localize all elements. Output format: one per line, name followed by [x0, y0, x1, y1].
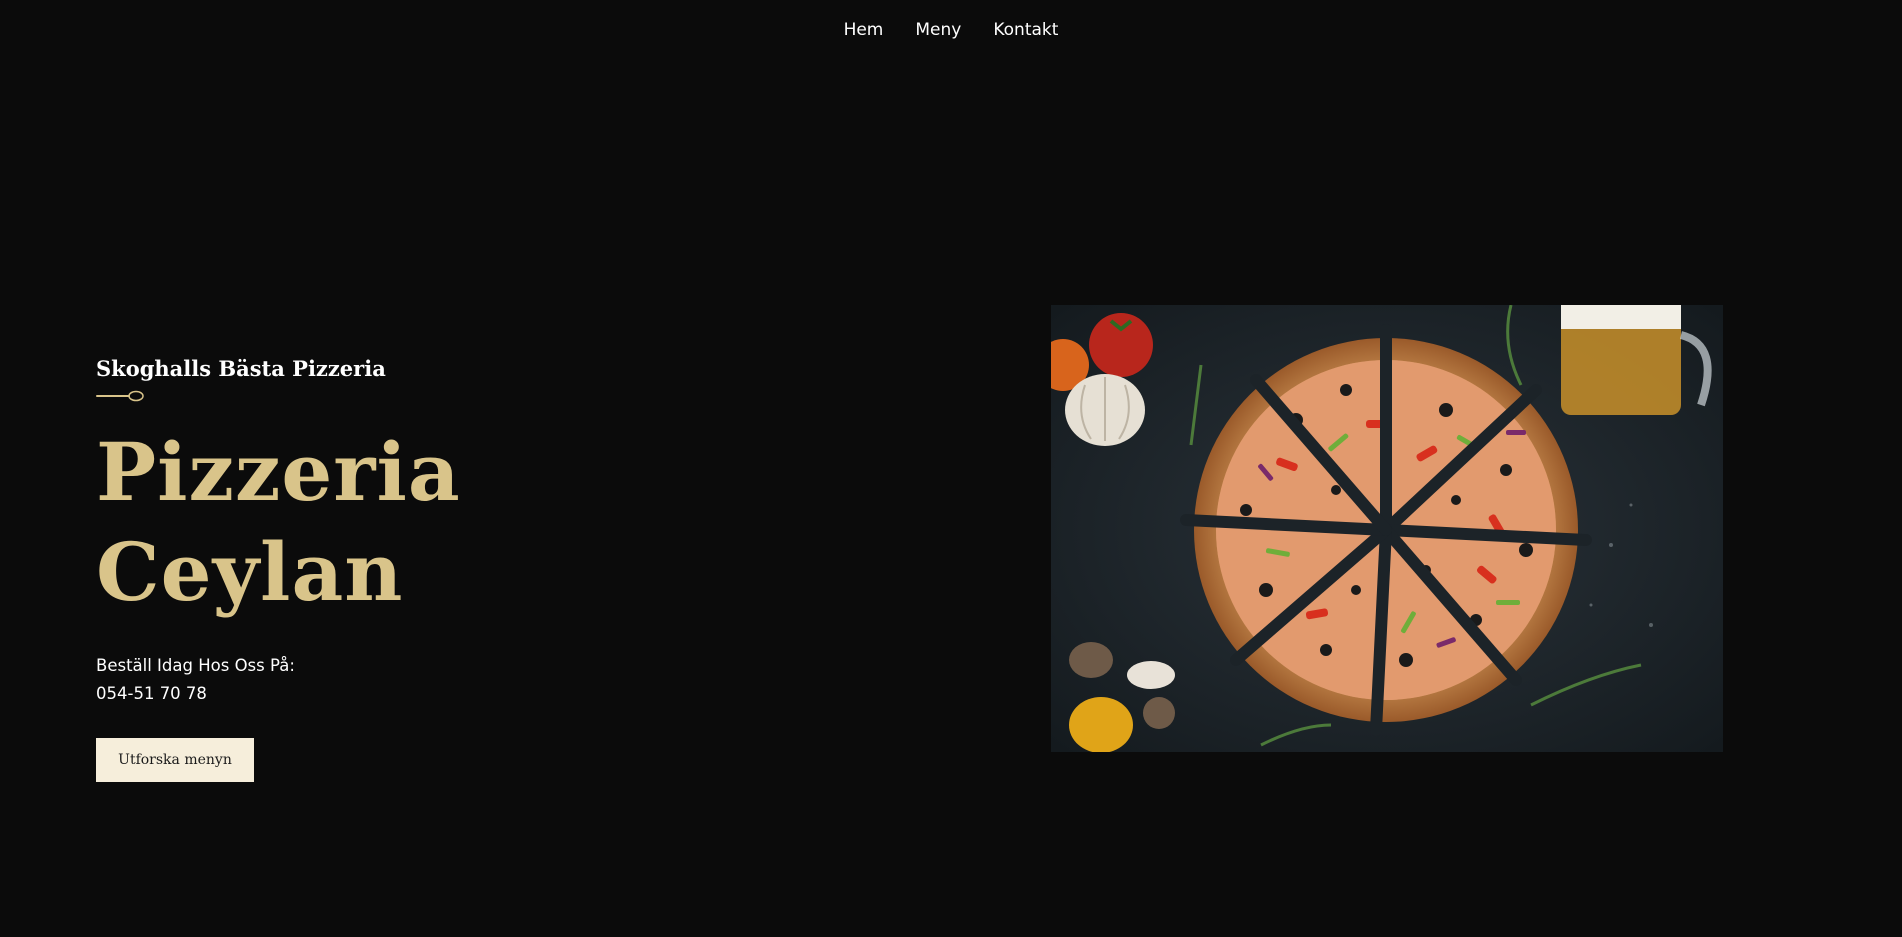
- nav-link-hem[interactable]: Hem: [828, 18, 900, 42]
- phone-number: 054-51 70 78: [96, 684, 207, 703]
- page-title: Pizzeria Ceylan: [96, 425, 461, 619]
- nav-link-kontakt[interactable]: Kontakt: [977, 18, 1074, 42]
- spoon-icon: [96, 390, 144, 402]
- order-label: Beställ Idag Hos Oss På:: [96, 656, 295, 675]
- pizza-image: [1051, 305, 1723, 752]
- order-info: Beställ Idag Hos Oss På: 054-51 70 78: [96, 652, 796, 708]
- hero-subtitle: Skoghalls Bästa Pizzeria: [96, 356, 386, 381]
- explore-menu-button[interactable]: Utforska menyn: [96, 738, 254, 782]
- nav-link-meny[interactable]: Meny: [899, 18, 977, 42]
- pizza-illustration: [1051, 305, 1723, 752]
- hero-text-section: Skoghalls Bästa Pizzeria Pizzeria Ceylan…: [96, 352, 796, 782]
- top-nav: Hem Meny Kontakt: [0, 18, 1902, 42]
